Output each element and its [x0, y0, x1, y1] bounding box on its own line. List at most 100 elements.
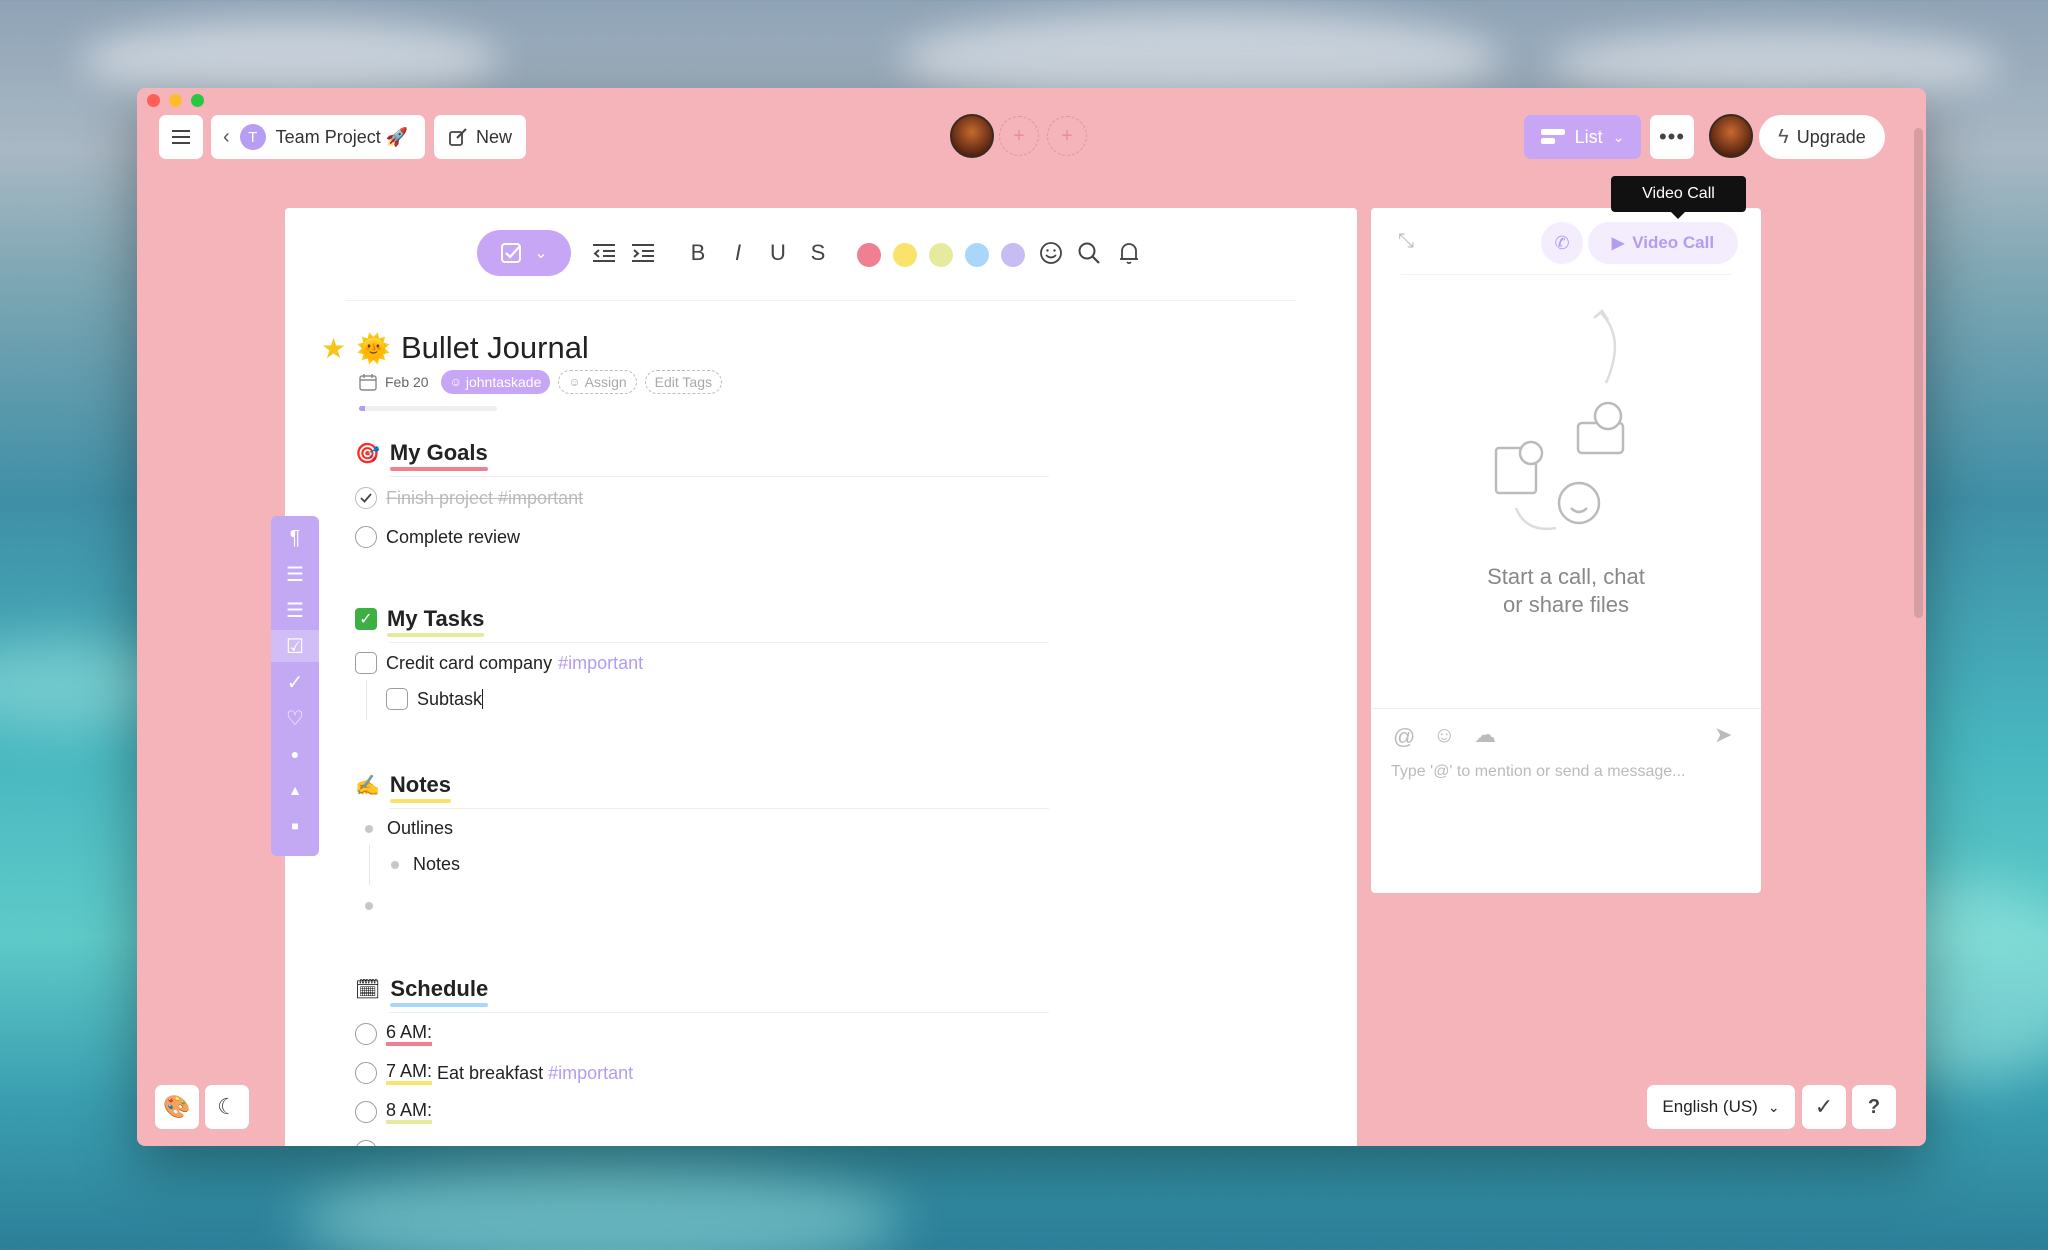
window-scrollbar[interactable]: [1914, 128, 1923, 618]
color-yellow-swatch[interactable]: [893, 243, 917, 267]
indent-button[interactable]: [628, 230, 658, 276]
user-avatar[interactable]: [1709, 114, 1753, 158]
color-lime-swatch[interactable]: [929, 243, 953, 267]
minimize-window-button[interactable]: [169, 94, 182, 107]
sun-icon: 🌞: [356, 332, 391, 364]
time-label[interactable]: 6 AM:: [386, 1022, 433, 1046]
confirm-button[interactable]: ✓: [1802, 1085, 1846, 1129]
paragraph-icon[interactable]: ¶: [271, 522, 319, 554]
maximize-window-button[interactable]: [191, 94, 204, 107]
composer-divider: [1371, 708, 1761, 709]
emoji-icon[interactable]: ☺: [1433, 722, 1455, 748]
video-call-button[interactable]: ▶ Video Call: [1588, 222, 1738, 264]
mention-icon[interactable]: @: [1393, 724, 1415, 750]
dark-mode-button[interactable]: ☾: [205, 1085, 249, 1129]
tag-label[interactable]: #important: [558, 653, 643, 674]
language-select[interactable]: English (US) ⌄: [1647, 1085, 1795, 1129]
section-heading[interactable]: Notes: [389, 772, 452, 803]
list-item: Outlines: [365, 818, 453, 839]
task-circle[interactable]: [355, 1140, 377, 1146]
list-item: [355, 1140, 377, 1146]
item-text[interactable]: Finish project #important: [386, 488, 583, 509]
square-icon[interactable]: ■: [271, 810, 319, 842]
view-switcher[interactable]: List ⌄: [1524, 115, 1641, 159]
section-my-goals: 🎯 My Goals: [355, 440, 1049, 477]
progress-fill: [359, 406, 365, 411]
time-label[interactable]: 7 AM:: [386, 1061, 433, 1085]
section-heading[interactable]: My Tasks: [387, 606, 485, 637]
title-text[interactable]: Bullet Journal: [401, 330, 589, 366]
reminder-button[interactable]: [1113, 230, 1145, 276]
smiley-icon: [1040, 242, 1062, 264]
more-icon: •••: [1658, 124, 1686, 149]
checked-circle[interactable]: [355, 487, 377, 509]
strikethrough-button[interactable]: S: [803, 230, 833, 276]
theme-button[interactable]: 🎨: [155, 1085, 199, 1129]
list-item: Notes: [391, 854, 460, 875]
indent-icon: [632, 244, 654, 262]
new-button[interactable]: New: [434, 115, 526, 159]
search-button[interactable]: [1073, 230, 1105, 276]
view-label: List: [1574, 126, 1603, 147]
help-button[interactable]: ?: [1852, 1085, 1896, 1129]
edit-tags-chip[interactable]: Edit Tags: [644, 370, 723, 394]
heart-icon[interactable]: ♡: [271, 702, 319, 734]
outdent-button[interactable]: [589, 230, 619, 276]
collapse-icon[interactable]: ⤡: [1393, 228, 1419, 254]
block-type-dropdown[interactable]: ⌄: [477, 230, 571, 276]
task-checkbox[interactable]: [355, 652, 377, 674]
item-text[interactable]: Outlines: [387, 818, 453, 839]
triangle-icon[interactable]: ▲: [271, 774, 319, 806]
task-circle[interactable]: [355, 1023, 377, 1045]
italic-button[interactable]: I: [723, 230, 753, 276]
target-icon: 🎯: [355, 442, 380, 465]
color-purple-swatch[interactable]: [1001, 243, 1025, 267]
item-text[interactable]: Notes: [413, 854, 460, 875]
bullet-icon[interactable]: ●: [271, 738, 319, 770]
outline-list-icon[interactable]: ☰: [271, 594, 319, 626]
color-red-swatch[interactable]: [857, 243, 881, 267]
user-chip[interactable]: ☺ johntaskade: [440, 370, 551, 394]
invite-member-button[interactable]: +: [1047, 116, 1087, 156]
invite-member-button[interactable]: +: [999, 116, 1039, 156]
emoji-button[interactable]: [1035, 230, 1067, 276]
collaboration-illustration: [1494, 309, 1625, 531]
item-text[interactable]: Credit card company: [386, 653, 552, 674]
menu-button[interactable]: [159, 115, 203, 159]
item-text[interactable]: Subtask: [417, 689, 482, 710]
numbered-list-icon[interactable]: ☰: [271, 558, 319, 590]
underline-button[interactable]: U: [763, 230, 793, 276]
bullet-dot[interactable]: [391, 860, 399, 869]
section-heading[interactable]: My Goals: [389, 440, 488, 471]
checkbox-icon[interactable]: ☑: [271, 630, 319, 662]
color-blue-swatch[interactable]: [965, 243, 989, 267]
tag-label[interactable]: #important: [548, 1063, 633, 1084]
section-heading[interactable]: Schedule: [390, 976, 489, 1007]
item-text[interactable]: Complete review: [386, 527, 520, 548]
task-circle[interactable]: [355, 526, 377, 548]
time-label[interactable]: 8 AM:: [386, 1100, 433, 1124]
upload-icon[interactable]: ☁: [1474, 722, 1496, 748]
bold-button[interactable]: B: [683, 230, 713, 276]
bullet-dot[interactable]: [365, 902, 373, 910]
upgrade-button[interactable]: ϟ Upgrade: [1759, 115, 1885, 159]
member-avatar[interactable]: [950, 114, 994, 158]
task-circle[interactable]: [355, 1062, 377, 1084]
close-window-button[interactable]: [147, 94, 160, 107]
task-circle[interactable]: [355, 1101, 377, 1123]
new-document-icon: [449, 128, 467, 146]
bullet-dot[interactable]: [365, 824, 373, 833]
more-options-button[interactable]: •••: [1650, 115, 1694, 159]
message-input[interactable]: Type '@' to mention or send a message...: [1391, 763, 1741, 781]
project-breadcrumb[interactable]: ‹ T Team Project 🚀: [211, 115, 425, 159]
voice-call-button[interactable]: ✆: [1541, 222, 1583, 264]
send-icon[interactable]: ➤: [1714, 722, 1732, 748]
star-icon[interactable]: ★: [321, 332, 346, 365]
date-label[interactable]: Feb 20: [385, 374, 429, 390]
item-text[interactable]: Eat breakfast: [432, 1063, 548, 1084]
task-checkbox[interactable]: [386, 688, 408, 710]
background-reef: [300, 1160, 900, 1250]
check-circle-icon[interactable]: ✓: [271, 666, 319, 698]
chevron-left-icon: ‹: [223, 125, 230, 148]
assign-chip[interactable]: ☺ Assign: [558, 370, 637, 394]
